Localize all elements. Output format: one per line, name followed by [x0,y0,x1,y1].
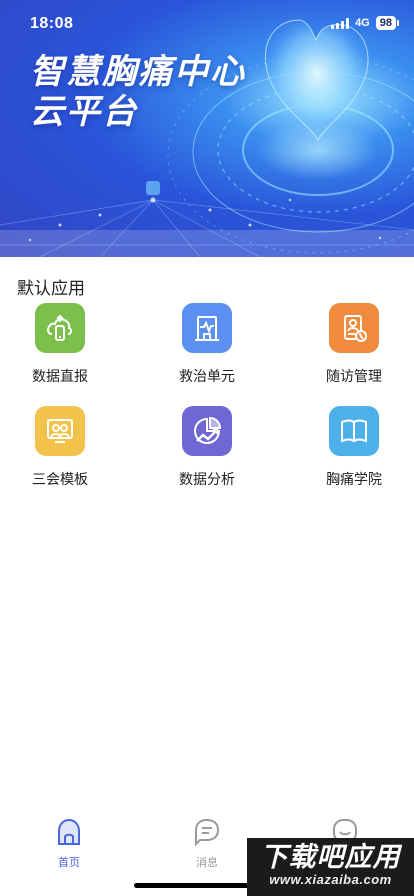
app-label: 三会模板 [32,471,88,487]
tab-home-label: 首页 [58,857,80,869]
app-follow-up[interactable]: 随访管理 [304,303,404,386]
app-meeting-template[interactable]: 三会模板 [10,406,110,489]
status-indicators: 4G 98 [331,16,400,30]
app-label: 胸痛学院 [326,471,382,487]
app-chest-pain-academy[interactable]: 胸痛学院 [304,406,404,489]
watermark-line2: www.xiazaiba.com [269,872,392,887]
hero-title-line1: 智慧胸痛中心 [30,53,246,91]
battery-icon: 98 [375,16,400,30]
chart-trend-icon [182,406,232,456]
tab-messages-label: 消息 [196,857,218,869]
open-book-icon [329,406,379,456]
message-icon [195,818,220,847]
home-icon [58,818,80,845]
network-type: 4G [355,17,370,29]
app-treatment-unit[interactable]: 救治单元 [157,303,257,386]
hero-banner: 18:08 4G 98 智慧胸痛中心 云平台 [0,0,414,257]
app-label: 数据分析 [179,471,235,487]
tab-home[interactable]: 首页 [39,817,99,870]
app-label: 随访管理 [326,368,382,384]
cloud-phone-icon [35,303,85,353]
tab-messages[interactable]: 消息 [177,817,237,870]
hero-title-line2: 云平台 [30,93,138,131]
signal-icon [331,17,350,29]
clipboard-phone-icon [329,303,379,353]
app-label: 救治单元 [179,368,235,384]
watermark-logo: 下载吧应用 www.xiazaiba.com [247,838,414,896]
hero-title: 智慧胸痛中心 云平台 [30,52,246,132]
meeting-board-icon [35,406,85,456]
app-data-report[interactable]: 数据直报 [10,303,110,386]
status-time: 18:08 [30,15,74,32]
app-data-analysis[interactable]: 数据分析 [157,406,257,489]
hospital-heartbeat-icon [182,303,232,353]
app-label: 数据直报 [32,368,88,384]
section-title: 默认应用 [17,279,85,298]
watermark-line1: 下载吧应用 [260,842,401,872]
